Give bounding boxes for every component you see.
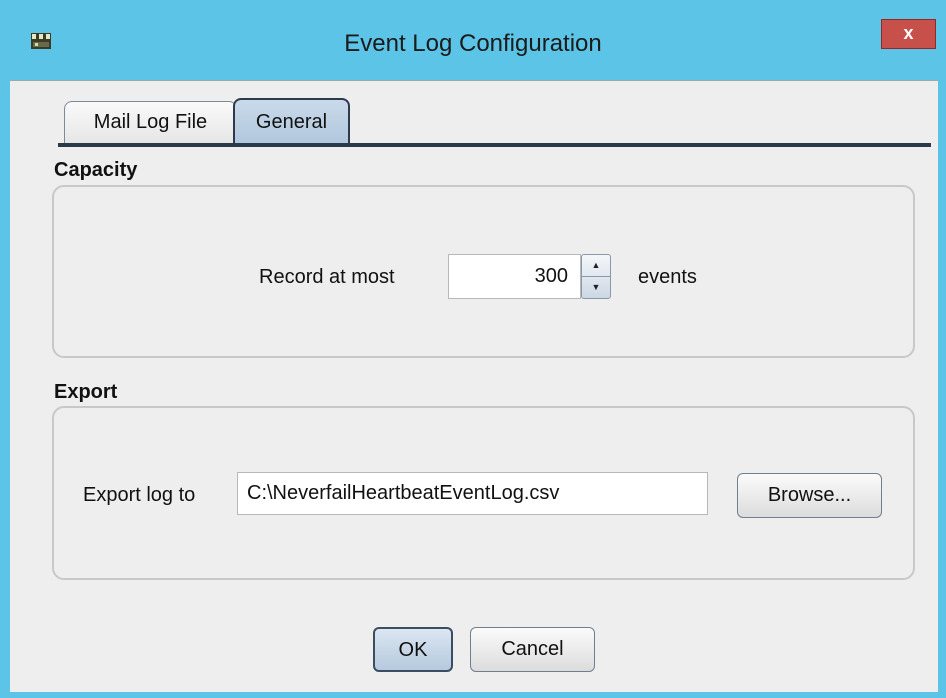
record-at-most-label: Record at most <box>259 266 395 288</box>
window-title: Event Log Configuration <box>344 30 602 57</box>
event-count-field[interactable]: 300 <box>448 254 581 299</box>
export-path-field[interactable]: C:\NeverfailHeartbeatEventLog.csv <box>237 472 708 515</box>
events-label: events <box>638 266 697 288</box>
tab-label: General <box>255 111 328 133</box>
ok-button[interactable]: OK <box>373 627 453 672</box>
capacity-section-title: Capacity <box>54 159 138 181</box>
event-log-dialog: Event Log Configuration x Mail Log File … <box>0 0 946 698</box>
spinner-down-icon[interactable]: ▼ <box>582 277 610 298</box>
dialog-content: Mail Log File General Capacity Record at… <box>10 80 938 692</box>
tab-label: Mail Log File <box>93 111 208 133</box>
close-icon: x <box>903 23 914 43</box>
tab-general[interactable]: General <box>233 98 350 144</box>
export-section-title: Export <box>54 381 118 403</box>
browse-button[interactable]: Browse... <box>737 473 882 518</box>
event-count-spinner[interactable]: ▲ ▼ <box>581 254 611 299</box>
export-log-to-label: Export log to <box>83 484 196 506</box>
close-button[interactable]: x <box>881 19 936 49</box>
spinner-up-icon[interactable]: ▲ <box>582 255 610 277</box>
tab-divider <box>58 143 931 147</box>
tab-mail-log-file[interactable]: Mail Log File <box>64 101 237 143</box>
title-bar[interactable]: Event Log Configuration x <box>0 0 946 80</box>
cancel-button[interactable]: Cancel <box>470 627 595 672</box>
